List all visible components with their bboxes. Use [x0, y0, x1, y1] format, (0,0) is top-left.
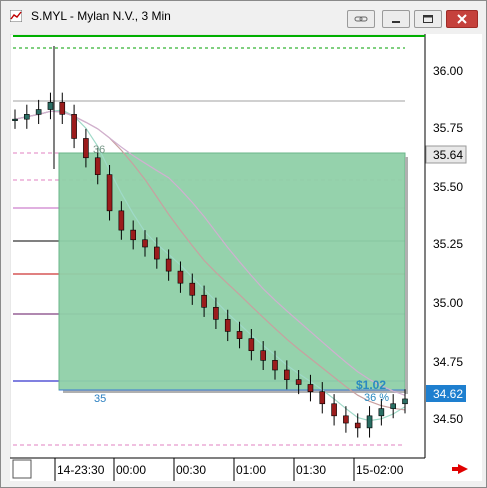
box-top-label: 36 [93, 144, 105, 156]
price-tick: 35.50 [433, 180, 463, 194]
candle [12, 118, 18, 121]
candle [130, 229, 136, 241]
price-tick: 35.75 [433, 121, 463, 135]
candle [94, 157, 101, 175]
candle [47, 101, 54, 110]
price-tick: 34.50 [433, 412, 463, 426]
candle [402, 398, 408, 405]
candle [189, 282, 196, 296]
candle [295, 379, 302, 385]
candle [307, 384, 314, 393]
candle [248, 338, 255, 352]
candle [142, 239, 148, 248]
time-tick: 14-23:30 [57, 463, 105, 477]
box-shadow [405, 157, 408, 394]
candle [260, 350, 266, 361]
window-title: S.MYL - Mylan N.V., 3 Min [31, 9, 171, 23]
candle [272, 360, 278, 371]
candle [24, 114, 30, 120]
candle [284, 369, 290, 380]
candle [319, 391, 326, 405]
candle [177, 270, 184, 284]
maximize-button[interactable] [414, 10, 442, 28]
chart-area[interactable]: 36 35 $1.02 36 % 36.00 35.75 35.50 35.25… [9, 33, 482, 481]
price-tick: 35.00 [433, 296, 463, 310]
link-icon [354, 16, 368, 22]
price-tick: 34.75 [433, 355, 463, 369]
time-tick: 01:00 [236, 463, 266, 477]
price-chart[interactable]: 36 35 $1.02 36 % 36.00 35.75 35.50 35.25… [9, 33, 482, 481]
chart-window: S.MYL - Mylan N.V., 3 Min 36 35 $1.02 36… [0, 0, 487, 488]
price-tick: 36.00 [433, 64, 463, 78]
close-button[interactable] [446, 10, 478, 28]
candle [106, 174, 113, 212]
candle [154, 246, 160, 260]
candle [59, 101, 66, 115]
candle [201, 294, 207, 308]
current-price-label: 35.64 [433, 148, 463, 162]
candle [331, 403, 337, 417]
time-tick: 00:30 [176, 463, 206, 477]
minimize-icon [392, 21, 400, 23]
link-button[interactable] [347, 10, 375, 28]
candle [354, 422, 361, 429]
candle [118, 210, 125, 231]
title-bar[interactable]: S.MYL - Mylan N.V., 3 Min [1, 1, 486, 31]
candle [213, 306, 219, 320]
time-tick: 15-02:00 [356, 463, 404, 477]
maximize-icon [423, 15, 433, 23]
candle [378, 408, 385, 417]
app-icon [10, 10, 22, 22]
time-tick: 01:30 [296, 463, 326, 477]
last-price-label: 34.62 [433, 387, 463, 401]
candle [35, 109, 42, 115]
candle [236, 331, 243, 339]
close-icon [457, 14, 467, 24]
candle [343, 415, 349, 424]
candle [224, 319, 231, 332]
minimize-button[interactable] [382, 10, 410, 28]
time-tick: 00:00 [116, 463, 146, 477]
candle [366, 415, 373, 429]
candle [390, 403, 396, 409]
candle [71, 114, 77, 139]
price-tick: 35.25 [433, 237, 463, 251]
box-range-label: $1.02 [356, 378, 386, 392]
corner-box[interactable] [12, 459, 32, 479]
box-sub-label: 36 % [364, 392, 389, 404]
candle [83, 138, 89, 159]
box-bottom-label: 35 [94, 393, 106, 405]
candle [165, 258, 172, 272]
